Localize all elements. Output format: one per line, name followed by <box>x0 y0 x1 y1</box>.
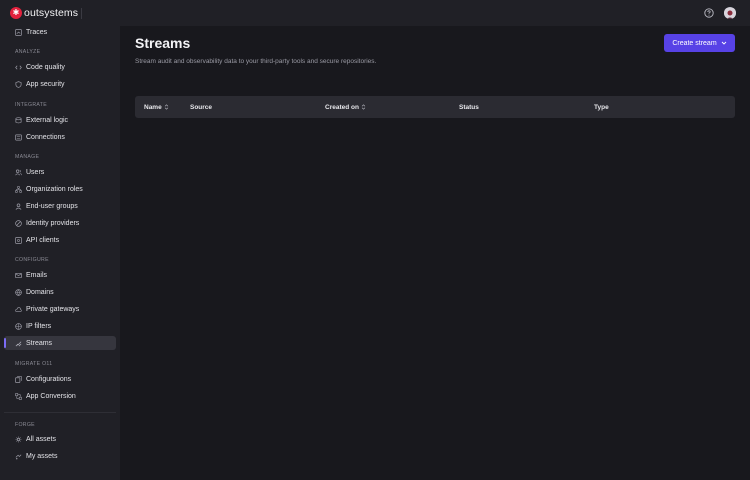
sidebar-item-emails[interactable]: Emails <box>4 268 116 282</box>
all-assets-icon <box>15 436 22 443</box>
section-title-migrate: MIGRATE O11 <box>15 361 53 367</box>
code-quality-icon <box>15 64 22 71</box>
avatar-image <box>724 8 736 19</box>
section-title-manage: MANAGE <box>15 154 40 160</box>
envelope-icon <box>15 272 22 279</box>
sidebar-item-ip-filters[interactable]: IP filters <box>4 319 116 333</box>
sidebar-item-app-security[interactable]: App security <box>4 77 116 91</box>
api-clients-icon <box>15 236 22 244</box>
users-icon <box>15 169 22 176</box>
my-assets-icon <box>15 453 22 460</box>
sidebar-item-label: Code quality <box>26 63 65 71</box>
sidebar-item-all-assets[interactable]: All assets <box>4 432 116 446</box>
sidebar-item-label: App security <box>26 80 65 88</box>
sidebar-item-label: App Conversion <box>26 392 76 400</box>
sidebar-item-label: API clients <box>26 236 60 244</box>
sidebar-item-label: Users <box>26 168 45 176</box>
section-title-integrate: INTEGRATE <box>15 102 48 108</box>
create-stream-button[interactable]: Create stream <box>664 34 735 52</box>
sidebar-item-app-conversion[interactable]: App Conversion <box>4 389 116 403</box>
create-stream-label: Create stream <box>672 39 717 47</box>
sidebar-item-label: Organization roles <box>26 185 83 193</box>
traces-icon <box>15 28 22 36</box>
page-subtitle: Stream audit and observability data to y… <box>135 58 377 65</box>
sidebar-item-label: Streams <box>26 339 53 347</box>
column-header-type: Type <box>594 96 609 118</box>
column-label: Type <box>594 103 609 111</box>
column-label: Status <box>459 103 479 111</box>
sidebar-item-configurations[interactable]: Configurations <box>4 372 116 386</box>
help-icon[interactable] <box>704 8 714 18</box>
column-header-status: Status <box>459 96 479 118</box>
top-bar: ✱ outsystems <box>0 0 750 26</box>
streams-icon <box>15 340 22 347</box>
sidebar-item-external-logic[interactable]: External logic <box>4 113 116 127</box>
sidebar-item-identity-providers[interactable]: Identity providers <box>4 216 116 230</box>
streams-table-header: Name Source Created on Status Type <box>135 96 735 118</box>
identity-providers-icon <box>15 219 22 227</box>
app-conversion-icon <box>15 392 22 400</box>
sidebar-item-users[interactable]: Users <box>4 165 116 179</box>
sidebar-item-api-clients[interactable]: API clients <box>4 233 116 247</box>
page-title: Streams <box>135 35 191 51</box>
column-label: Name <box>144 103 162 111</box>
sidebar-item-domains[interactable]: Domains <box>4 285 116 299</box>
main-content: Streams Stream audit and observability d… <box>120 26 750 480</box>
column-header-source: Source <box>190 96 212 118</box>
section-title-analyze: ANALYZE <box>15 49 41 55</box>
sort-icon <box>164 104 168 110</box>
sidebar-item-label: Private gateways <box>26 305 80 313</box>
sidebar-divider <box>4 412 116 413</box>
sidebar-item-label: Traces <box>26 28 48 36</box>
ip-filters-icon <box>15 322 22 330</box>
column-label: Source <box>190 103 213 111</box>
shield-icon <box>15 80 22 88</box>
private-gateways-icon <box>15 306 22 313</box>
sidebar-item-label: All assets <box>26 435 56 443</box>
sidebar-item-streams[interactable]: Streams <box>4 336 116 350</box>
logo-icon: ✱ <box>10 7 22 19</box>
top-divider <box>81 8 82 19</box>
column-header-created-on[interactable]: Created on <box>325 96 366 118</box>
sidebar-item-label: External logic <box>26 116 69 124</box>
sidebar-item-label: Domains <box>26 288 54 296</box>
sidebar-item-end-user-groups[interactable]: End-user groups <box>4 199 116 213</box>
section-title-configure: CONFIGURE <box>15 257 49 263</box>
sidebar-item-label: My assets <box>26 452 58 460</box>
sidebar-item-private-gateways[interactable]: Private gateways <box>4 302 116 316</box>
section-title-forge: FORGE <box>15 422 35 428</box>
user-avatar[interactable] <box>724 7 736 19</box>
connections-icon <box>15 134 22 141</box>
organization-roles-icon <box>15 185 22 193</box>
sidebar-item-label: IP filters <box>26 322 52 330</box>
chevron-down-icon <box>721 41 726 45</box>
sort-icon <box>361 104 366 110</box>
sidebar-item-organization-roles[interactable]: Organization roles <box>4 182 116 196</box>
globe-icon <box>15 288 22 296</box>
sidebar-item-label: Emails <box>26 271 48 279</box>
outsystems-logo[interactable]: ✱ outsystems <box>10 7 78 19</box>
brand-name: outsystems <box>24 7 79 19</box>
sidebar-item-code-quality[interactable]: Code quality <box>4 60 116 74</box>
column-label: Created on <box>325 103 359 111</box>
sidebar-item-connections[interactable]: Connections <box>4 130 116 144</box>
sidebar-item-label: Identity providers <box>26 219 80 227</box>
sidebar-item-label: Connections <box>26 133 65 141</box>
sidebar: Traces ANALYZE Code quality App security… <box>0 26 120 480</box>
end-user-groups-icon <box>15 203 22 210</box>
sidebar-item-my-assets[interactable]: My assets <box>4 449 116 463</box>
column-header-name[interactable]: Name <box>144 96 169 118</box>
configurations-icon <box>15 375 22 383</box>
sidebar-item-traces[interactable]: Traces <box>4 25 116 39</box>
sidebar-item-label: End-user groups <box>26 202 78 210</box>
external-logic-icon <box>15 116 22 124</box>
sidebar-item-label: Configurations <box>26 375 72 383</box>
